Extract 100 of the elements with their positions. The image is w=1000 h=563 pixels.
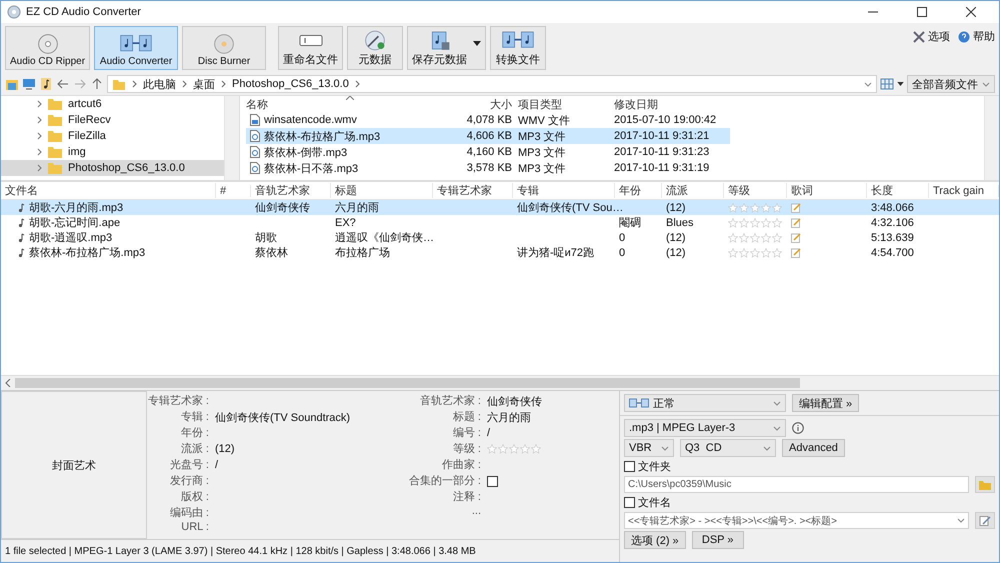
track-row[interactable]: 胡歌-逍遥叹.mp3 胡歌 逍遥叹《仙剑奇侠… 0 (12) 5:13.639	[1, 230, 999, 245]
field-value[interactable]: (12)	[215, 443, 235, 455]
scroll-left-icon[interactable]	[5, 379, 11, 387]
field-value[interactable]: 六月的雨	[487, 410, 531, 424]
column-header[interactable]: 专辑艺术家	[433, 183, 513, 198]
folder-tree-item[interactable]: FileRecv	[1, 112, 224, 128]
toolbar-button[interactable]: 重命名文件	[278, 26, 344, 70]
folder-icon	[48, 114, 62, 126]
column-header[interactable]: 长度	[867, 183, 929, 198]
column-header[interactable]: #	[216, 184, 251, 196]
toolbar-button[interactable]: 转换文件	[490, 26, 546, 70]
checkbox[interactable]	[624, 461, 635, 472]
music-note-icon	[17, 218, 25, 228]
star-rating[interactable]	[728, 218, 782, 228]
track-row[interactable]: 胡歌-忘记时间.ape EX? 閹碉 Blues 4:32.106	[1, 215, 999, 230]
notepad-edit-icon[interactable]	[791, 202, 801, 212]
mode-tab[interactable]: Audio Converter	[94, 26, 178, 70]
maximize-icon[interactable]	[917, 7, 927, 17]
profile-dropdown[interactable]: 正常	[624, 394, 786, 412]
track-cell: 0	[619, 246, 626, 258]
column-header[interactable]: 歌词	[787, 183, 867, 198]
star-rating[interactable]	[728, 232, 782, 242]
file-size: 4,160 KB	[466, 146, 512, 158]
column-header[interactable]: 项目类型	[518, 96, 608, 112]
file-date: 2017-10-11 9:31:19	[614, 162, 710, 174]
star-icon	[750, 218, 760, 228]
top-link[interactable]: 帮助	[958, 29, 995, 44]
scrollbar[interactable]	[224, 96, 239, 180]
field-label: 标题 :	[452, 410, 481, 425]
track-file-name: 蔡依林-布拉格广场.mp3	[29, 246, 146, 260]
music-note-icon	[17, 248, 25, 258]
breadcrumb[interactable]: 此电脑	[143, 76, 176, 92]
music-note-icon[interactable]	[39, 77, 53, 91]
track-row[interactable]: 胡歌-六月的雨.mp3 仙剑奇侠传 六月的雨 仙剑奇侠传(TV Sou… (12) 3:48.066	[1, 200, 999, 215]
column-header[interactable]: 标题	[331, 183, 433, 198]
notepad-edit-icon[interactable]	[791, 248, 801, 258]
folder-tree-item[interactable]: Photoshop_CS6_13.0.0	[1, 160, 224, 176]
output-folder-field[interactable]: C:\Users\pc0359\Music	[624, 476, 969, 493]
column-header[interactable]: 年份	[615, 183, 662, 198]
caret-icon[interactable]	[897, 82, 904, 86]
breadcrumb[interactable]: 桌面	[193, 76, 215, 92]
field-value[interactable]: /	[487, 427, 490, 439]
window-title: EZ CD Audio Converter	[26, 6, 141, 18]
edit-profile-button[interactable]: 编辑配置 »	[792, 394, 860, 412]
column-header[interactable]: 流派	[662, 183, 724, 198]
column-header[interactable]: 音轨艺术家	[251, 183, 331, 198]
caret-icon[interactable]	[473, 41, 482, 46]
column-header[interactable]: 文件名	[1, 183, 216, 198]
star-rating[interactable]	[487, 444, 541, 454]
info-icon[interactable]	[792, 422, 804, 434]
toolbar-button[interactable]: 元数据	[347, 26, 404, 70]
edit-pattern-button[interactable]	[975, 512, 995, 529]
video-file-icon	[250, 114, 260, 126]
star-rating[interactable]	[728, 202, 782, 212]
column-header[interactable]: 等级	[724, 183, 787, 198]
file-row[interactable]: 蔡依林-日不落.mp3 3,578 KB MP3 文件 2017-10-11 9:31:19	[246, 160, 730, 176]
folder-tree-item[interactable]: artcut6	[1, 96, 224, 112]
computer-icon[interactable]	[22, 77, 36, 91]
field-value[interactable]: 仙剑奇侠传(TV Soundtrack)	[215, 410, 350, 424]
scrollbar[interactable]	[984, 96, 999, 180]
mode-tab[interactable]: Disc Burner	[182, 26, 266, 70]
advanced-button[interactable]: Advanced	[782, 439, 845, 457]
bitrate-mode-dropdown[interactable]: VBR	[624, 439, 674, 457]
format-dropdown[interactable]: .mp3 | MPEG Layer-3	[624, 419, 786, 437]
star-rating[interactable]	[728, 248, 782, 258]
folder-tree-item[interactable]: FileZilla	[1, 128, 224, 144]
scrollbar-thumb[interactable]	[15, 378, 800, 388]
cover-art-area[interactable]: 封面艺术	[1, 391, 147, 539]
mode-tab[interactable]: Audio CD Ripper	[5, 26, 90, 70]
star-icon	[739, 232, 749, 242]
folder-tree-item[interactable]: img	[1, 144, 224, 160]
toolbar-button[interactable]: 保存元数据	[407, 26, 486, 70]
close-icon[interactable]	[966, 7, 976, 17]
field-value[interactable]: 仙剑奇侠传	[487, 394, 542, 408]
notepad-edit-icon[interactable]	[791, 232, 801, 242]
column-header[interactable]: 修改日期	[614, 96, 724, 112]
up-arrow-icon[interactable]	[90, 77, 104, 91]
checkbox[interactable]	[624, 497, 635, 508]
checkbox[interactable]	[487, 476, 498, 486]
column-header[interactable]: 名称	[246, 96, 446, 112]
panel-button[interactable]: DSP »	[692, 531, 744, 549]
panel-button[interactable]: 选项 (2) »	[624, 531, 686, 549]
folder-icon	[112, 77, 126, 91]
breadcrumb[interactable]: Photoshop_CS6_13.0.0	[232, 78, 349, 90]
track-row[interactable]: 蔡依林-布拉格广场.mp3 蔡依林 布拉格广场 讲为猪-哫и72跑 0 (12) 4:54.700	[1, 245, 999, 260]
column-header[interactable]: Track gain	[929, 184, 999, 196]
column-header[interactable]: 专辑	[513, 183, 615, 198]
filename-pattern-field[interactable]: <<专辑艺术家> - ><<专辑>>\<<编号>. ><标题>	[624, 512, 969, 529]
field-label: 光盘号 :	[168, 458, 209, 473]
filter-dropdown[interactable]: 全部音频文件	[907, 75, 995, 93]
notepad-edit-icon[interactable]	[791, 218, 801, 228]
file-row[interactable]: 蔡依林-倒带.mp3 4,160 KB MP3 文件 2017-10-11 9:31:23	[246, 144, 730, 160]
field-value[interactable]: /	[215, 459, 218, 471]
column-header[interactable]: 大小	[452, 96, 512, 112]
quality-dropdown[interactable]: Q3 CD	[680, 439, 776, 457]
top-link[interactable]: 选项	[913, 29, 950, 44]
back-arrow-icon[interactable]	[56, 77, 70, 91]
address-field[interactable]: 此电脑 桌面 Photoshop_CS6_13.0.0	[107, 75, 877, 93]
file-row[interactable]: 蔡依林-布拉格广场.mp3 4,606 KB MP3 文件 2017-10-11 9:31:21	[246, 128, 730, 144]
file-row[interactable]: winsatencode.wmv 4,078 KB WMV 文件 2015-07-10 19:00:42	[246, 112, 730, 128]
